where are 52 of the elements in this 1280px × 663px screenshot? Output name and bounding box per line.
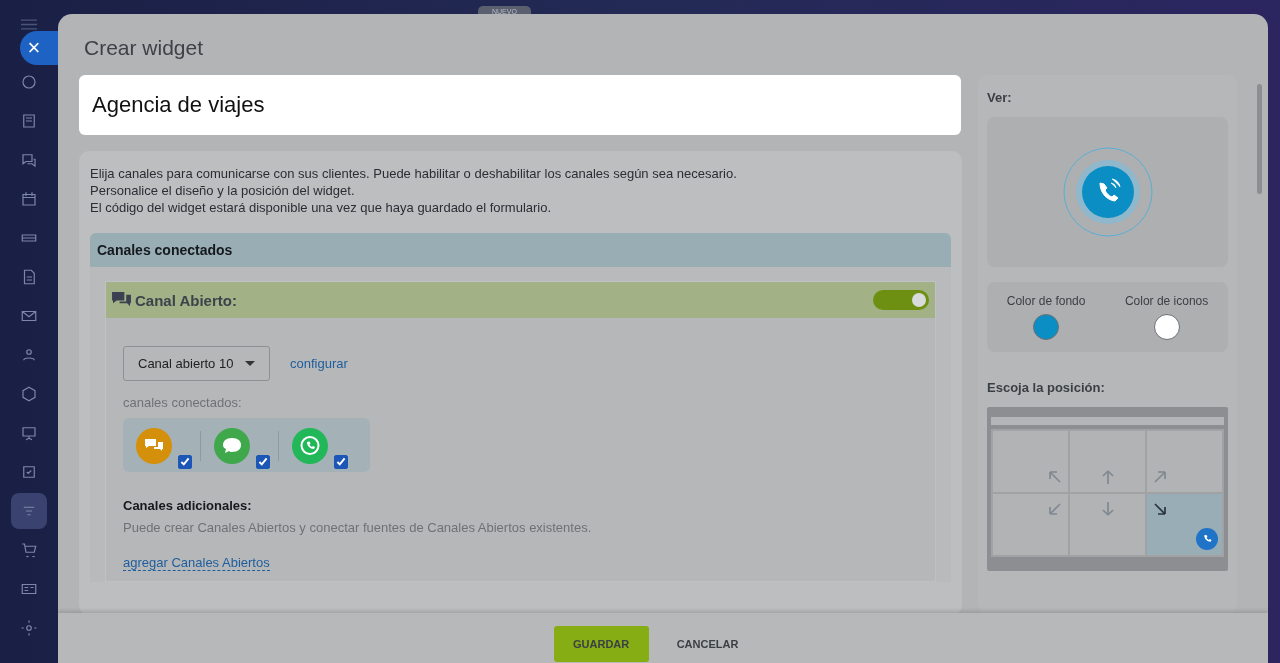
description-text: El código del widget estará disponible una vez que haya guardado el formulario.	[90, 199, 553, 216]
toggle-switch[interactable]	[873, 290, 929, 310]
channel-icon[interactable]	[292, 428, 328, 464]
chat-bubbles-icon	[112, 291, 131, 309]
description-text: Personalice el diseño y la posición del widget.	[90, 182, 356, 199]
channels-label: canales conectados:	[123, 395, 242, 410]
position-title: Escoja la posición:	[987, 380, 1106, 395]
channel-dropdown[interactable]: Canal abierto 10	[123, 346, 270, 381]
save-button[interactable]: GUARDAR	[553, 625, 649, 662]
sidebar-icon	[20, 424, 38, 442]
position-cell[interactable]	[1070, 431, 1145, 492]
description-text: Elija canales para comunicarse con sus clientes. Puede habilitar o deshabilitar los canales según sea necesario.	[90, 165, 738, 182]
channel-checkbox[interactable]	[178, 455, 192, 469]
additional-title: Canales adicionales:	[123, 498, 252, 513]
sidebar-item[interactable]	[11, 493, 47, 529]
position-cell[interactable]	[1147, 431, 1222, 492]
preview-title: Ver:	[987, 90, 1013, 105]
caret-icon	[245, 361, 255, 366]
configure-link[interactable]: configurar	[290, 356, 348, 371]
channel-icon[interactable]	[136, 428, 172, 464]
sidebar-icon	[20, 619, 38, 637]
sidebar-icon	[20, 385, 38, 403]
channel-title: Canal Abierto:	[135, 291, 238, 309]
phone-widget-icon	[1196, 528, 1218, 550]
color-label: Color de iconos	[1124, 294, 1209, 308]
sidebar-icon	[20, 151, 38, 169]
name-field[interactable]: Agencia de viajes	[79, 75, 961, 135]
position-cell[interactable]	[1147, 494, 1222, 555]
cancel-button[interactable]: CANCELAR	[662, 625, 753, 662]
arrow-icon	[1099, 500, 1116, 516]
additional-text: Puede crear Canales Abiertos y conectar fuentes de Canales Abiertos existentes.	[123, 520, 592, 535]
channel-checkbox[interactable]	[334, 455, 348, 469]
position-cell[interactable]	[993, 494, 1068, 555]
menu-icon[interactable]	[21, 19, 37, 30]
sidebar-icon	[20, 112, 38, 130]
color-swatch[interactable]	[1153, 314, 1180, 340]
channel-checkbox[interactable]	[256, 455, 270, 469]
position-cell[interactable]	[1070, 494, 1145, 555]
color-swatch[interactable]	[1033, 314, 1060, 340]
sidebar-icon	[20, 541, 38, 559]
sidebar-icon	[20, 190, 38, 208]
section-title: Canales conectados	[97, 242, 233, 258]
arrow-icon	[1151, 500, 1167, 516]
arrow-icon	[1048, 500, 1064, 516]
sidebar-icon	[20, 73, 38, 91]
position-cell[interactable]	[993, 431, 1068, 492]
color-label: Color de fondo	[1006, 294, 1086, 308]
sidebar-icon	[20, 463, 38, 481]
add-channels-link[interactable]: agregar Canales Abiertos	[123, 555, 270, 571]
channel-icon[interactable]	[214, 428, 250, 464]
phone-widget-icon	[1062, 147, 1153, 237]
window-title: Crear widget	[84, 36, 205, 60]
